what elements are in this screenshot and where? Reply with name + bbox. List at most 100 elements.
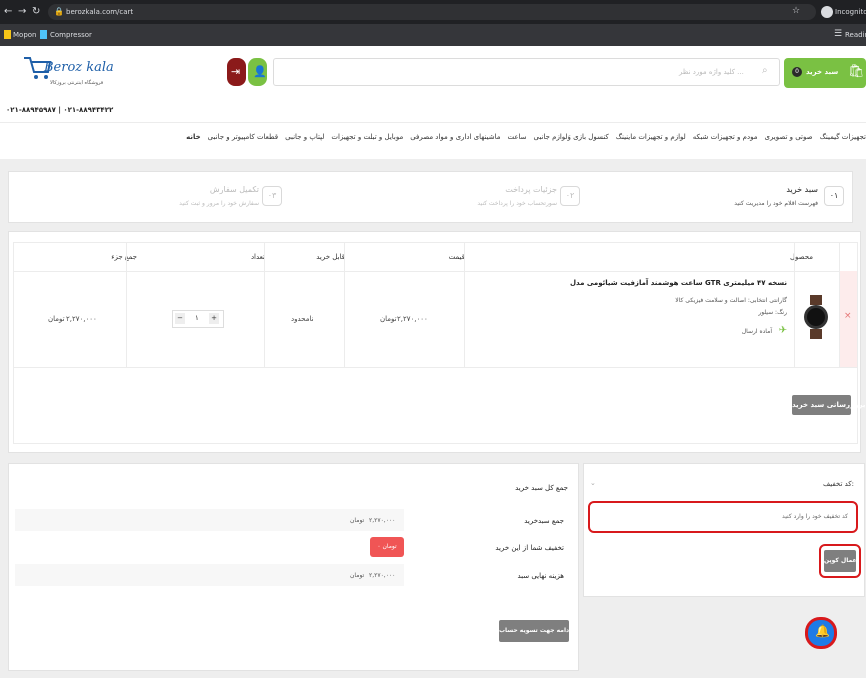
logo-text: Beroz kala: [44, 60, 114, 75]
step-number: ۰۱: [824, 186, 844, 206]
cart-totals-card: جمع کل سبد خرید ۲,۲۷۰,۰۰۰ تومان جمع سبدخ…: [8, 463, 579, 671]
coupon-input[interactable]: کد تخفیف خود را وارد کنید: [588, 501, 858, 533]
bookmark-compressor[interactable]: Compressor: [50, 31, 92, 39]
qty-value[interactable]: ۱: [195, 314, 199, 322]
back-icon[interactable]: ←: [4, 7, 12, 17]
reading-list-icon: ☰: [834, 29, 843, 39]
site-header: Beroz kala فروشگاه اینترنتی بروزکالا ۰۲۱…: [0, 46, 866, 122]
totals-label: هزینه نهایی سبد: [517, 572, 564, 580]
totals-unit: تومان: [350, 572, 365, 579]
url-text: berozkala.com/cart: [66, 8, 134, 16]
checkout-steps: ۰۱ سبد خرید فهرست اقلام خود را مدیریت کن…: [8, 171, 853, 223]
logout-button[interactable]: ⇥: [227, 58, 246, 86]
coupon-placeholder: کد تخفیف خود را وارد کنید: [782, 513, 848, 520]
quantity-stepper[interactable]: − ۱ +: [172, 310, 224, 328]
apply-coupon-highlight: اعمال کوپن: [819, 544, 861, 578]
bookmark-icon: [40, 30, 47, 39]
table-header: محصول قیمت قابل خرید تعداد جمع جزء: [14, 243, 857, 272]
apply-coupon-button[interactable]: اعمال کوپن: [824, 550, 859, 572]
bookmark-icon: [4, 30, 11, 39]
step-title: تکمیل سفارش: [209, 185, 259, 194]
qty-increase-button[interactable]: +: [209, 313, 219, 324]
update-cart-button[interactable]: بروزرسانی سبد خرید: [792, 395, 865, 415]
step-desc: سورتحساب خود را پرداخت کنید: [477, 200, 557, 207]
totals-value: ۲,۲۷۰,۰۰۰: [369, 517, 396, 524]
header-subtotal: جمع جزء: [111, 253, 137, 261]
category-nav: خانه قطعات کامپیوتر و جانبی لپتاپ و جانبی م…: [0, 122, 866, 159]
phone-numbers: ۰۲۱-۸۸۹۴۵۹۸۷ | ۰۲۱-۸۸۹۴۳۴۲۲: [6, 106, 114, 114]
table-row: × ساعت هوشمند آمازفیت شیائومی مدل GTR نس…: [14, 271, 857, 368]
search-icon[interactable]: ⌕: [762, 65, 768, 76]
totals-value: ۲,۲۷۰,۰۰۰: [369, 572, 396, 579]
product-name[interactable]: ساعت هوشمند آمازفیت شیائومی مدل GTR نسخه…: [570, 279, 787, 287]
logout-icon: ⇥: [231, 65, 241, 78]
search-box[interactable]: ⌕ کلید واژه مورد نظر ...: [273, 58, 780, 86]
subtotal-unit: تومان: [48, 315, 65, 323]
category-item[interactable]: صوتی و تصویری: [764, 133, 812, 141]
forward-icon[interactable]: →: [18, 7, 26, 17]
available-value: نامحدود: [291, 315, 314, 323]
search-placeholder: کلید واژه مورد نظر ...: [679, 68, 744, 76]
product-image[interactable]: [801, 295, 831, 339]
category-item[interactable]: کنسول بازی وَلوازم جانبی: [534, 133, 609, 141]
step-desc: فهرست اقلام خود را مدیریت کنید: [734, 200, 818, 207]
subtotal-value: ۲,۲۷۰,۰۰۰: [66, 315, 97, 323]
browser-toolbar: ← → ↻ 🔒 berozkala.com/cart ☆ Incognito: [0, 0, 866, 24]
bookmarks-bar: Mopon Compressor ☰ Reading: [0, 24, 866, 46]
totals-row: ۲,۲۷۰,۰۰۰ تومان: [15, 509, 404, 531]
header-qty: تعداد: [250, 253, 265, 261]
category-item[interactable]: مودم و تجهیزات شبکه: [693, 133, 758, 141]
category-item[interactable]: ماشینهای اداری و مواد مصرفی: [410, 133, 500, 141]
category-item[interactable]: موبایل و تبلت و تجهیزات: [331, 133, 403, 141]
qty-decrease-button[interactable]: −: [175, 313, 185, 324]
step-title: سبد خرید: [786, 185, 818, 194]
product-color: رنگ: سیلور: [758, 309, 787, 316]
step-cart: ۰۱ سبد خرید فهرست اقلام خود را مدیریت کن…: [644, 182, 844, 214]
bell-icon: 🔔: [815, 624, 830, 638]
cart-count-badge: 0: [792, 67, 802, 77]
bookmark-mopon[interactable]: Mopon: [13, 31, 37, 39]
header-available: قابل خرید: [316, 253, 345, 261]
cart-table-card: محصول قیمت قابل خرید تعداد جمع جزء × ساع…: [8, 231, 865, 453]
cart-button-label: سبد خرید: [806, 68, 839, 76]
category-item[interactable]: لوازم و تجهیزات ماینینگ: [616, 133, 686, 141]
remove-cell: ×: [840, 271, 857, 367]
step-title: جزئیات پرداخت: [505, 185, 557, 194]
cart-button[interactable]: 0 سبد خرید 🛍: [784, 58, 866, 88]
remove-item-icon[interactable]: ×: [844, 311, 852, 321]
price-unit: تومان: [380, 315, 397, 323]
step-desc: سفارش خود را مرور و ثبت کنید: [179, 200, 259, 207]
totals-unit: تومان: [350, 517, 365, 524]
lock-icon: 🔒: [54, 7, 64, 16]
category-item[interactable]: خانه: [186, 133, 201, 141]
price-value: ۲,۲۷۰,۰۰۰: [397, 315, 428, 323]
discount-badge: ۰ تومان: [370, 537, 404, 557]
logo[interactable]: Beroz kala فروشگاه اینترنتی بروزکالا: [22, 52, 114, 92]
category-item[interactable]: ساعت: [507, 133, 526, 141]
totals-title: جمع کل سبد خرید: [515, 484, 568, 492]
category-item[interactable]: تجهیزات گیمینگ: [820, 133, 866, 141]
category-item[interactable]: لپتاپ و جانبی: [285, 133, 324, 141]
step-payment: ۰۲ جزئیات پرداخت سورتحساب خود را پرداخت …: [369, 182, 589, 214]
bookmark-star-icon[interactable]: ☆: [792, 6, 800, 16]
product-status: آماده ارسال: [741, 328, 772, 335]
totals-row: ۲,۲۷۰,۰۰۰ تومان: [15, 564, 404, 586]
reading-list-label[interactable]: Reading: [845, 31, 866, 39]
step-number: ۰۳: [262, 186, 282, 206]
totals-label: تخفیف شما از این خرید: [495, 544, 564, 552]
notification-button[interactable]: 🔔: [805, 617, 837, 649]
category-item[interactable]: قطعات کامپیوتر و جانبی: [208, 133, 278, 141]
reload-icon[interactable]: ↻: [32, 7, 40, 17]
checkout-button[interactable]: ادامه جهت تسویه حساب: [499, 620, 571, 642]
totals-label: جمع سبدخرید: [524, 517, 564, 525]
user-account-button[interactable]: 👤: [248, 58, 267, 86]
delivery-icon: ✈: [778, 325, 787, 336]
cart-table: محصول قیمت قابل خرید تعداد جمع جزء × ساع…: [13, 242, 865, 444]
address-bar[interactable]: 🔒 berozkala.com/cart ☆: [48, 4, 816, 20]
user-icon: 👤: [253, 65, 267, 78]
step-complete: ۰۳ تکمیل سفارش سفارش خود را مرور و ثبت ک…: [99, 182, 299, 214]
product-guarantee: گارانتی انتخابی: اصالت و سلامت فیزیکی کا…: [675, 297, 787, 304]
coupon-card: کد تخفیف: ⌄ کد تخفیف خود را وارد کنید اع…: [583, 463, 865, 597]
shopping-bag-icon: 🛍: [848, 64, 865, 79]
chevron-down-icon[interactable]: ⌄: [590, 479, 596, 487]
